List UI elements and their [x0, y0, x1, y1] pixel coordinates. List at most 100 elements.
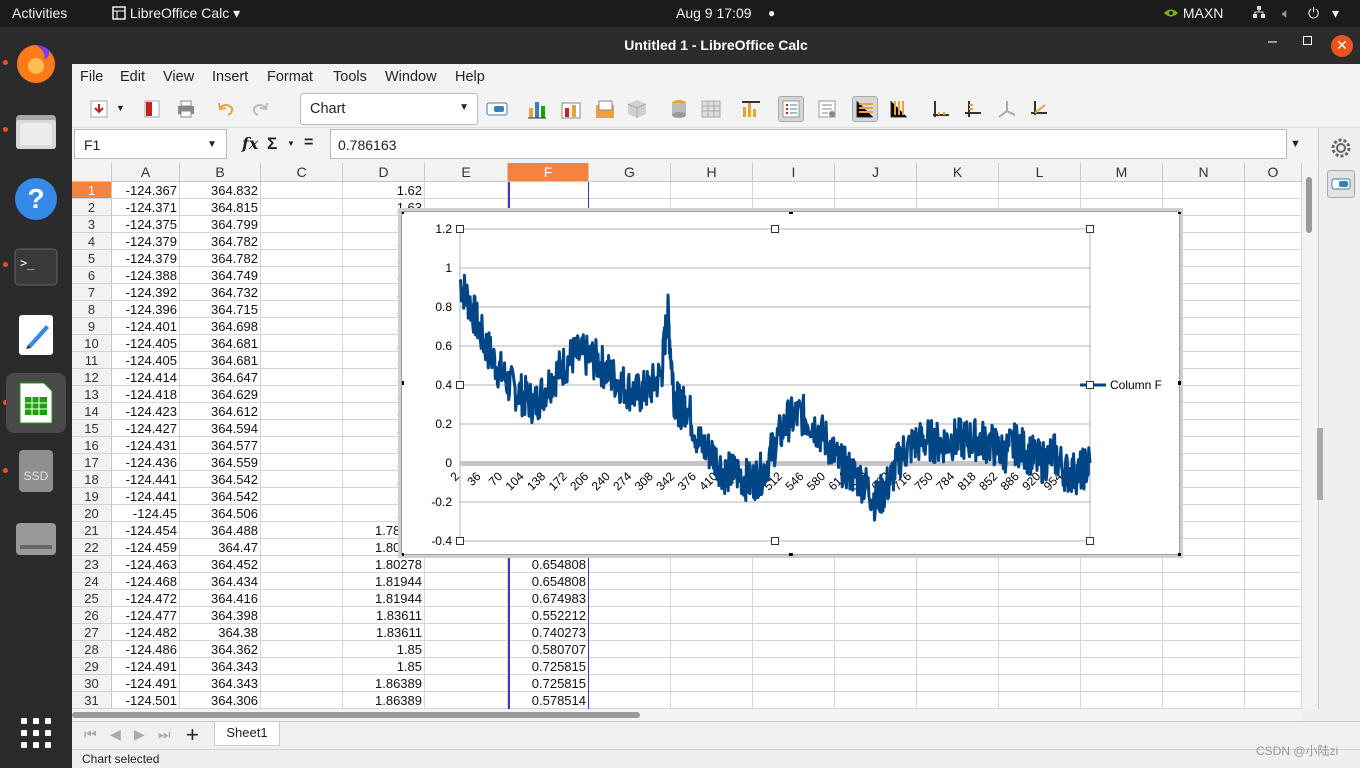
column-header-g[interactable]: G — [589, 163, 671, 182]
help-launcher[interactable]: ? — [6, 169, 66, 229]
cell-b31[interactable]: 364.306 — [180, 692, 261, 709]
cell-b5[interactable]: 364.782 — [180, 250, 261, 267]
volume-icon[interactable]: 🔈︎ — [1282, 5, 1290, 22]
files-launcher[interactable] — [6, 101, 66, 161]
row-header[interactable]: 23 — [72, 556, 112, 573]
text-editor-launcher[interactable] — [6, 305, 66, 365]
column-header-l[interactable]: L — [999, 163, 1081, 182]
column-header-n[interactable]: N — [1163, 163, 1245, 182]
cell-a1[interactable]: -124.367 — [112, 182, 180, 199]
cell-a18[interactable]: -124.441 — [112, 471, 180, 488]
sidebar-properties-button[interactable] — [1327, 170, 1355, 198]
cell-f26[interactable]: 0.552212 — [508, 607, 589, 624]
vertical-scrollbar[interactable] — [1302, 163, 1318, 709]
cell-a28[interactable]: -124.486 — [112, 641, 180, 658]
cell-a17[interactable]: -124.436 — [112, 454, 180, 471]
cell-b27[interactable]: 364.38 — [180, 624, 261, 641]
row-header[interactable]: 31 — [72, 692, 112, 709]
cell-o8[interactable] — [1245, 301, 1302, 318]
cell-e31[interactable] — [425, 692, 508, 709]
cell-m24[interactable] — [1081, 573, 1163, 590]
cell-b10[interactable]: 364.681 — [180, 335, 261, 352]
cell-m30[interactable] — [1081, 675, 1163, 692]
cell-a14[interactable]: -124.423 — [112, 403, 180, 420]
row-header[interactable]: 1 — [72, 182, 112, 199]
cell-i30[interactable] — [753, 675, 835, 692]
cell-k1[interactable] — [917, 182, 999, 199]
row-header[interactable]: 30 — [72, 675, 112, 692]
cell-d27[interactable]: 1.83611 — [343, 624, 425, 641]
print-button[interactable] — [173, 96, 199, 122]
cell-a7[interactable]: -124.392 — [112, 284, 180, 301]
firefox-launcher[interactable] — [6, 33, 66, 93]
gpu-indicator[interactable]: MAXN — [1163, 5, 1223, 21]
row-header[interactable]: 15 — [72, 420, 112, 437]
cell-h27[interactable] — [671, 624, 753, 641]
chart-element-select[interactable]: Chart ▼ — [300, 93, 478, 125]
data-ranges-button[interactable] — [666, 96, 692, 122]
cell-c21[interactable] — [261, 522, 343, 539]
column-header-j[interactable]: J — [835, 163, 917, 182]
cell-o29[interactable] — [1245, 658, 1302, 675]
cell-m28[interactable] — [1081, 641, 1163, 658]
cell-j24[interactable] — [835, 573, 917, 590]
cell-a10[interactable]: -124.405 — [112, 335, 180, 352]
cell-c3[interactable] — [261, 216, 343, 233]
row-header[interactable]: 17 — [72, 454, 112, 471]
3d-view-button[interactable] — [624, 96, 650, 122]
chart-type-button[interactable] — [524, 96, 550, 122]
cell-n31[interactable] — [1163, 692, 1245, 709]
column-header-e[interactable]: E — [425, 163, 508, 182]
cell-e28[interactable] — [425, 641, 508, 658]
cell-o9[interactable] — [1245, 318, 1302, 335]
export-dropdown-chevron-icon[interactable]: ▼ — [116, 103, 125, 113]
cell-c9[interactable] — [261, 318, 343, 335]
row-header[interactable]: 21 — [72, 522, 112, 539]
all-axes-button[interactable] — [1026, 96, 1052, 122]
cell-n1[interactable] — [1163, 182, 1245, 199]
cell-a30[interactable]: -124.491 — [112, 675, 180, 692]
cell-l25[interactable] — [999, 590, 1081, 607]
cell-b3[interactable]: 364.799 — [180, 216, 261, 233]
cell-m1[interactable] — [1081, 182, 1163, 199]
cell-e1[interactable] — [425, 182, 508, 199]
legend-on-off-button[interactable] — [738, 96, 764, 122]
format-selection-button[interactable] — [484, 96, 510, 122]
formula-icon[interactable]: = — [304, 134, 313, 152]
cell-c10[interactable] — [261, 335, 343, 352]
cell-g29[interactable] — [589, 658, 671, 675]
cell-j25[interactable] — [835, 590, 917, 607]
cell-o25[interactable] — [1245, 590, 1302, 607]
spreadsheet-grid[interactable]: ABCDEFGHIJKLMNO 1 -124.367 364.832 1.62 2 -12… — [72, 163, 1302, 709]
row-header[interactable]: 11 — [72, 352, 112, 369]
cell-a24[interactable]: -124.468 — [112, 573, 180, 590]
ssd-drive-launcher[interactable]: SSD — [6, 441, 66, 501]
cell-c23[interactable] — [261, 556, 343, 573]
cell-d25[interactable]: 1.81944 — [343, 590, 425, 607]
first-sheet-button[interactable]: ⏮ — [84, 726, 97, 743]
cell-b16[interactable]: 364.577 — [180, 437, 261, 454]
cell-c16[interactable] — [261, 437, 343, 454]
column-header-b[interactable]: B — [180, 163, 261, 182]
menu-insert[interactable]: Insert — [212, 69, 248, 85]
cell-o27[interactable] — [1245, 624, 1302, 641]
cell-k28[interactable] — [917, 641, 999, 658]
row-header[interactable]: 24 — [72, 573, 112, 590]
cell-a27[interactable]: -124.482 — [112, 624, 180, 641]
column-header-d[interactable]: D — [343, 163, 425, 182]
cell-c26[interactable] — [261, 607, 343, 624]
cell-n25[interactable] — [1163, 590, 1245, 607]
cell-b17[interactable]: 364.559 — [180, 454, 261, 471]
cell-g1[interactable] — [589, 182, 671, 199]
cell-b26[interactable]: 364.398 — [180, 607, 261, 624]
column-header-a[interactable]: A — [112, 163, 180, 182]
cell-e26[interactable] — [425, 607, 508, 624]
cell-l23[interactable] — [999, 556, 1081, 573]
cell-c31[interactable] — [261, 692, 343, 709]
cell-j23[interactable] — [835, 556, 917, 573]
cell-c13[interactable] — [261, 386, 343, 403]
cell-k26[interactable] — [917, 607, 999, 624]
cell-m31[interactable] — [1081, 692, 1163, 709]
cell-c18[interactable] — [261, 471, 343, 488]
cell-m27[interactable] — [1081, 624, 1163, 641]
